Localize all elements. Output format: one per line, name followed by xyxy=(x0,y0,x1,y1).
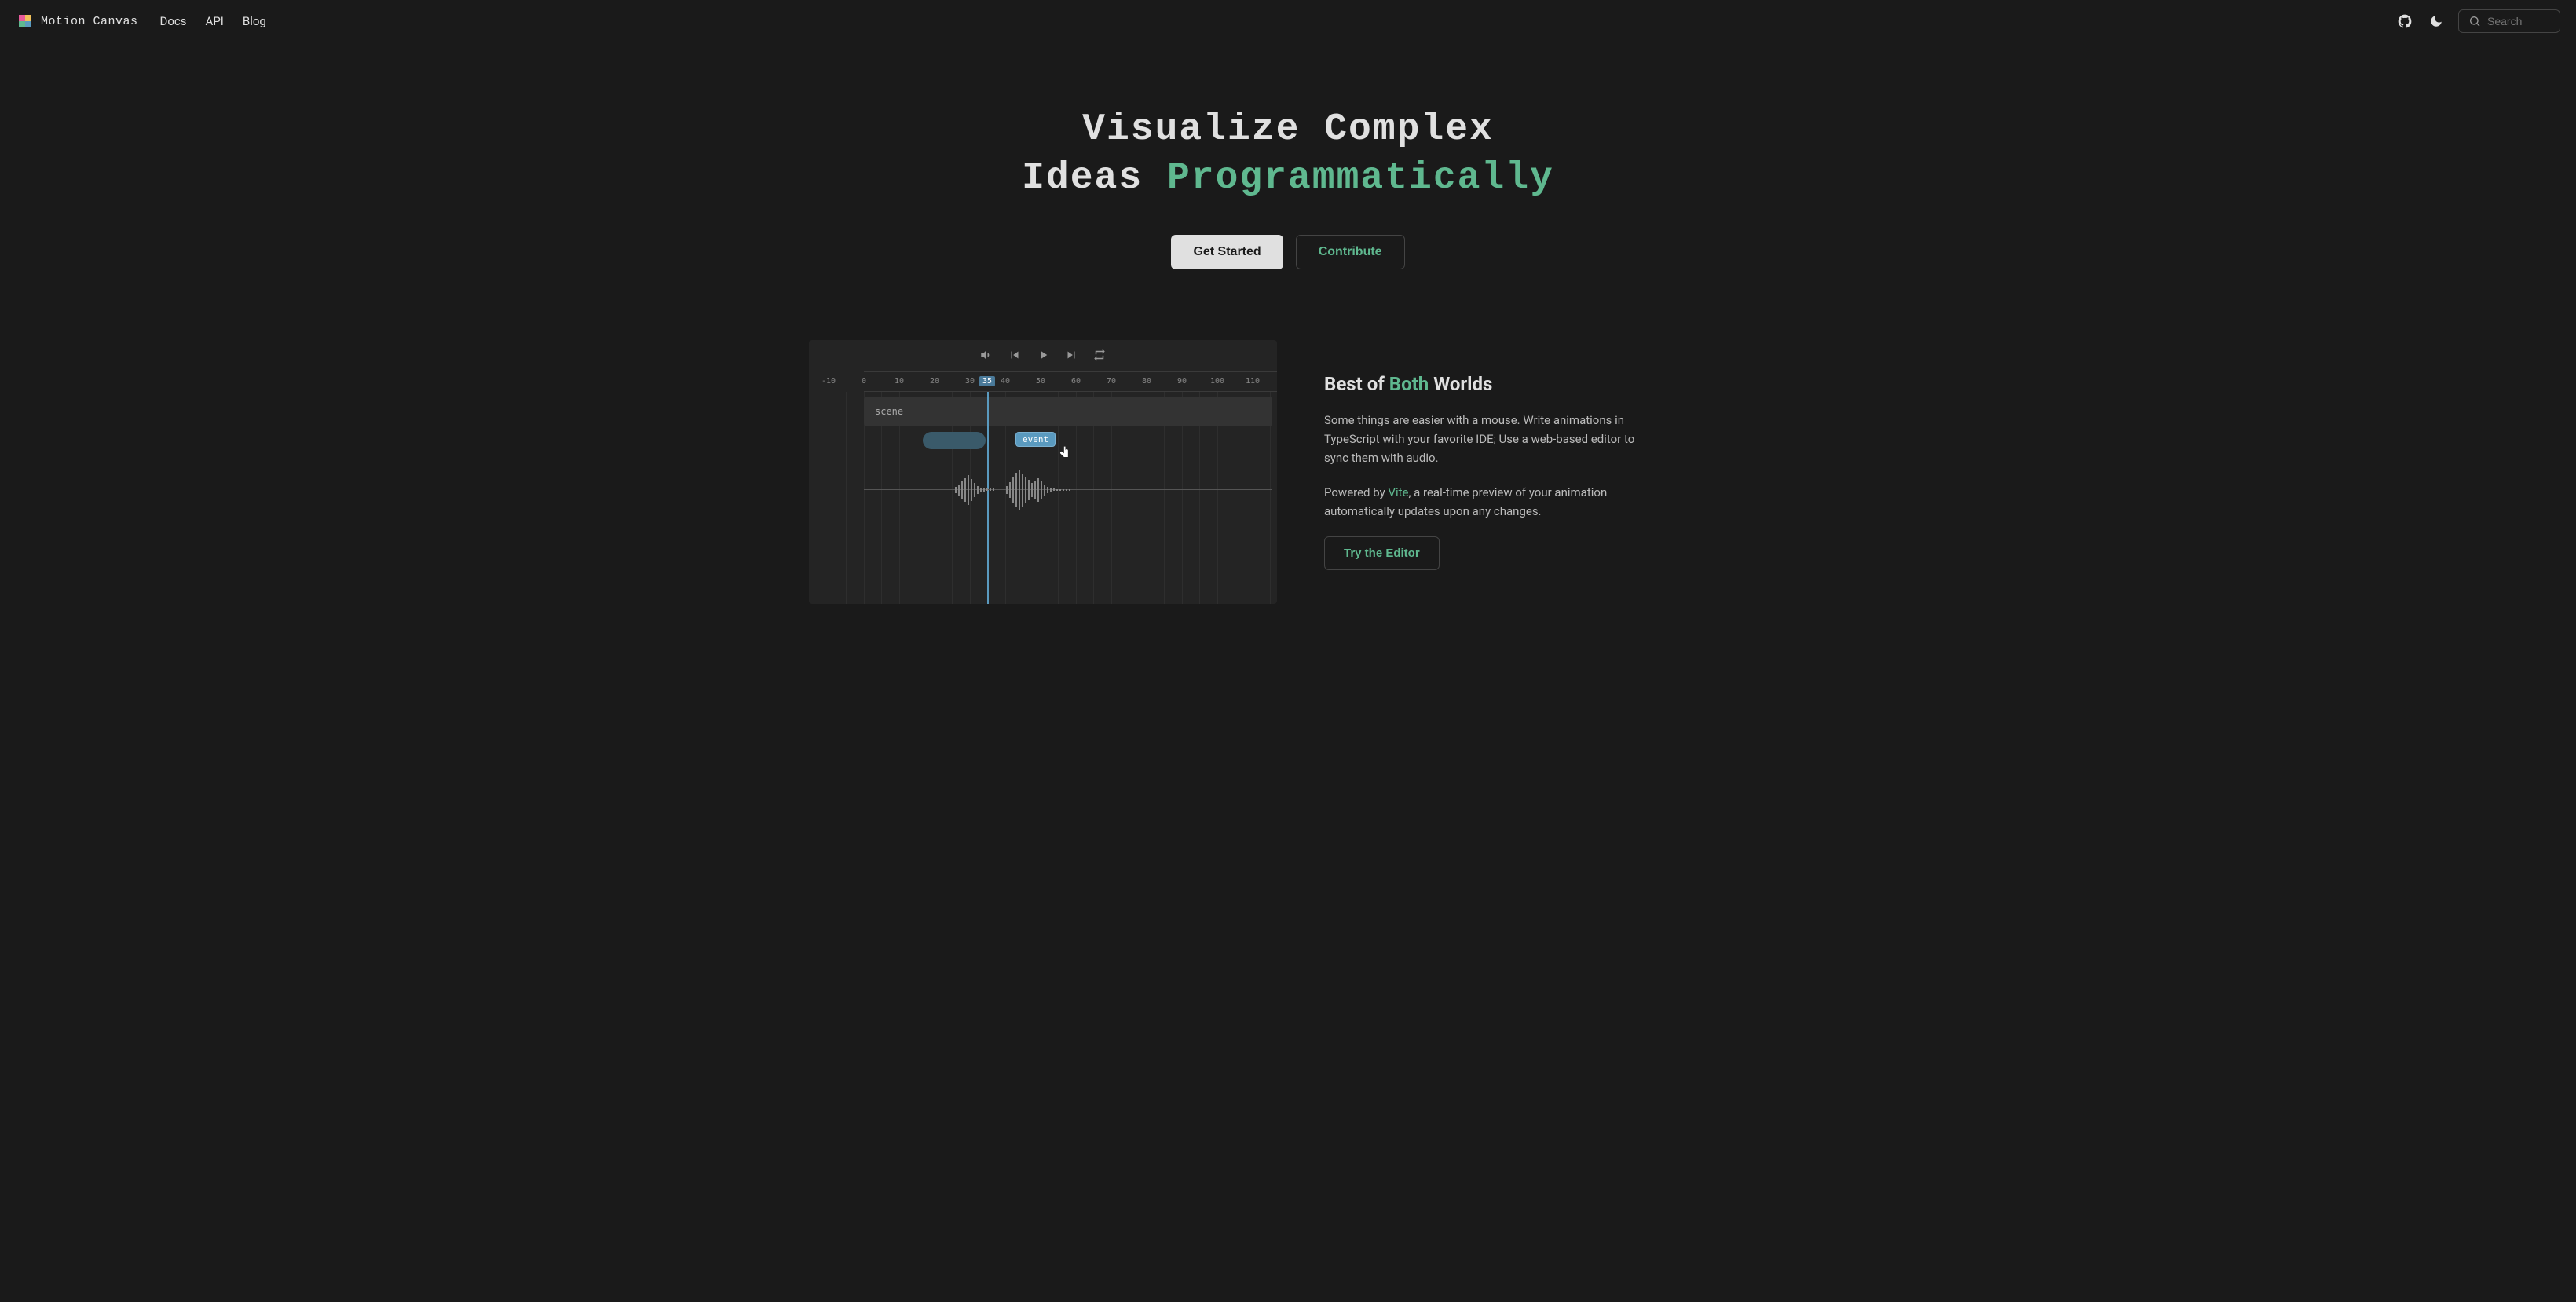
ruler-highlight: 35 xyxy=(979,376,995,386)
search-input[interactable] xyxy=(2487,15,2550,27)
logo-icon xyxy=(16,12,35,31)
scene-label: scene xyxy=(875,406,903,417)
search-icon xyxy=(2468,15,2481,27)
play-icon[interactable] xyxy=(1036,348,1050,362)
vite-link[interactable]: Vite xyxy=(1388,485,1408,499)
skip-back-icon[interactable] xyxy=(1008,348,1022,362)
ruler-tick: 30 xyxy=(965,377,975,386)
hero-buttons: Get Started Contribute xyxy=(16,235,2560,269)
editor-toolbar xyxy=(809,340,1277,371)
timeline-body: scene event xyxy=(809,392,1277,604)
contribute-button[interactable]: Contribute xyxy=(1296,235,1405,269)
nav-blog[interactable]: Blog xyxy=(243,14,266,28)
ruler-tick: 100 xyxy=(1210,377,1224,386)
loop-icon[interactable] xyxy=(1092,348,1107,362)
editor-preview: -10 0 10 20 30 35 40 50 60 70 80 90 100 … xyxy=(809,340,1277,604)
ruler-tick: 20 xyxy=(930,377,939,386)
try-editor-button[interactable]: Try the Editor xyxy=(1324,536,1440,570)
nav-links: Docs API Blog xyxy=(160,14,266,28)
feature-section: -10 0 10 20 30 35 40 50 60 70 80 90 100 … xyxy=(778,340,1798,604)
hero-title: Visualize Complex Ideas Programmatically xyxy=(16,105,2560,203)
skip-forward-icon[interactable] xyxy=(1064,348,1078,362)
feature-para1: Some things are easier with a mouse. Wri… xyxy=(1324,411,1638,467)
github-icon[interactable] xyxy=(2395,12,2414,31)
ruler-tick: 70 xyxy=(1107,377,1116,386)
feature-title: Best of Both Worlds xyxy=(1324,373,1638,395)
search-box[interactable] xyxy=(2458,9,2560,33)
ruler-tick: 60 xyxy=(1071,377,1081,386)
ruler-tick: -10 xyxy=(821,377,836,386)
hand-cursor-icon xyxy=(1056,445,1071,461)
nav-right xyxy=(2395,9,2560,33)
ruler-tick: 40 xyxy=(1001,377,1010,386)
scene-bar[interactable]: scene xyxy=(864,397,1272,426)
event-badge[interactable]: event xyxy=(1015,432,1056,447)
ruler-tick: 0 xyxy=(862,377,866,386)
ruler-tick: 90 xyxy=(1177,377,1187,386)
feature-text: Best of Both Worlds Some things are easi… xyxy=(1324,373,1638,570)
navbar: Motion Canvas Docs API Blog xyxy=(0,0,2576,42)
event-track[interactable] xyxy=(923,432,986,449)
hero: Visualize Complex Ideas Programmatically… xyxy=(0,42,2576,309)
volume-icon[interactable] xyxy=(979,348,993,362)
get-started-button[interactable]: Get Started xyxy=(1171,235,1283,269)
waveform xyxy=(864,466,1272,514)
hero-line2-accent: Programmatically xyxy=(1167,157,1554,199)
hero-line2a: Ideas xyxy=(1022,157,1167,199)
nav-api[interactable]: API xyxy=(206,14,224,28)
logo-area[interactable]: Motion Canvas xyxy=(16,12,138,31)
ruler-tick: 10 xyxy=(895,377,904,386)
ruler-tick: 80 xyxy=(1142,377,1151,386)
feature-para2: Powered by Vite, a real-time preview of … xyxy=(1324,483,1638,521)
hero-line1: Visualize Complex xyxy=(1082,108,1494,151)
brand-text: Motion Canvas xyxy=(41,15,138,28)
ruler-tick: 50 xyxy=(1036,377,1045,386)
theme-toggle-icon[interactable] xyxy=(2427,12,2446,31)
ruler-tick: 110 xyxy=(1246,377,1260,386)
timeline-ruler[interactable]: -10 0 10 20 30 35 40 50 60 70 80 90 100 … xyxy=(864,371,1277,392)
nav-docs[interactable]: Docs xyxy=(160,14,187,28)
